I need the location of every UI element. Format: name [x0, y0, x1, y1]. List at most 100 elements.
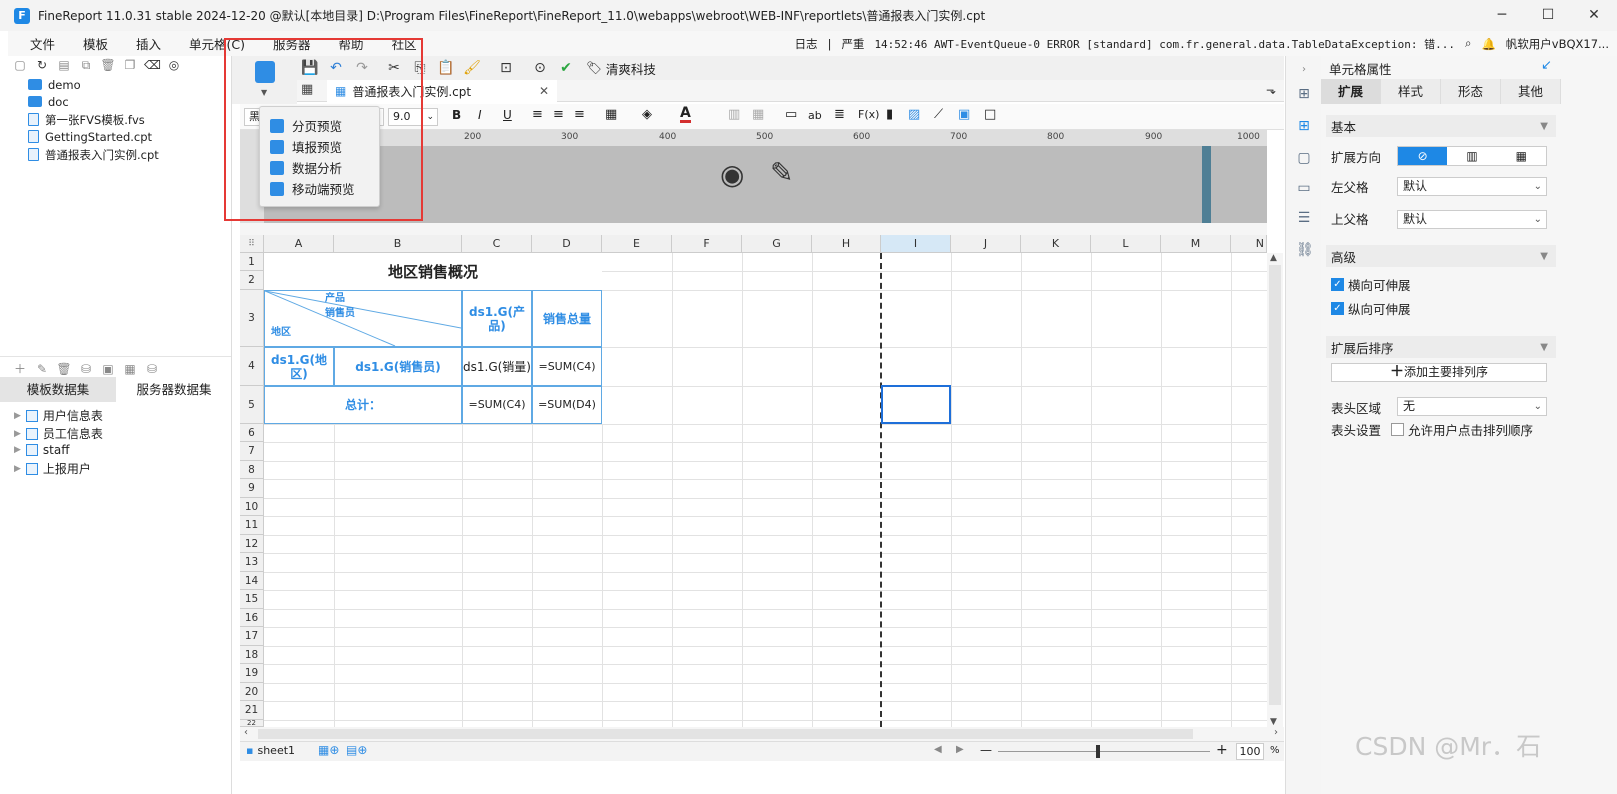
float-element-icon[interactable]: ▢: [1296, 150, 1312, 166]
section-basic[interactable]: 基本 ▼: [1326, 115, 1556, 137]
menu-template[interactable]: 模板: [69, 34, 122, 53]
align-center-icon[interactable]: ≡: [553, 107, 564, 122]
column-header[interactable]: J: [951, 235, 1021, 253]
server-dataset-icon[interactable]: ⛁: [144, 362, 160, 377]
row-header[interactable]: 17: [240, 627, 264, 646]
log-link[interactable]: 日志: [795, 36, 818, 52]
italic-button[interactable]: I: [478, 108, 482, 122]
fill-color-icon[interactable]: ◈: [642, 107, 652, 122]
cell-c5[interactable]: =SUM(C4): [462, 386, 532, 424]
tree-item-fvs[interactable]: 第一张FVS模板.fvs: [28, 111, 145, 128]
section-advanced[interactable]: 高级 ▼: [1326, 245, 1556, 267]
column-header[interactable]: E: [602, 235, 672, 253]
format-painter-icon[interactable]: 🖌: [461, 56, 483, 80]
dataset-item[interactable]: ▶ staff: [14, 443, 70, 457]
scroll-right-icon[interactable]: ›: [1274, 727, 1278, 738]
tree-item-demo[interactable]: demo: [28, 76, 81, 93]
eye-off-icon[interactable]: ◉: [720, 158, 744, 191]
column-header[interactable]: G: [742, 235, 812, 253]
tab-form[interactable]: 形态: [1441, 79, 1501, 104]
row-header[interactable]: 22: [240, 720, 264, 727]
column-header[interactable]: H: [812, 235, 881, 253]
expand-icon[interactable]: ▶: [14, 429, 21, 439]
cell-a5[interactable]: 总计：: [264, 386, 462, 424]
pin-icon[interactable]: ↙: [1541, 58, 1552, 73]
cell-attr-icon[interactable]: ⊞: [1296, 118, 1312, 134]
cell-c4[interactable]: ds1.G(销量): [462, 347, 532, 386]
chart-icon[interactable]: ▮: [886, 107, 893, 122]
table-icon[interactable]: ▦: [122, 362, 138, 377]
row-header[interactable]: 3: [240, 290, 264, 347]
hscroll-thumb[interactable]: [258, 729, 1193, 739]
column-header[interactable]: I: [881, 235, 951, 253]
cell-d4[interactable]: =SUM(C4): [532, 347, 602, 386]
slash-header-cell[interactable]: 产品 销售员 地区: [264, 290, 462, 347]
dataset-item[interactable]: ▶ 上报用户: [14, 460, 91, 477]
unmerge-icon[interactable]: ▦: [752, 107, 764, 122]
prev-sheet-icon[interactable]: ◀: [934, 744, 942, 755]
vertical-expand-icon[interactable]: ▥: [1447, 147, 1496, 165]
row-header[interactable]: 14: [240, 572, 264, 590]
column-header[interactable]: B: [334, 235, 462, 253]
dataset-item[interactable]: ▶ 用户信息表: [14, 407, 103, 424]
duplicate-icon[interactable]: ❐: [122, 58, 138, 73]
row-header[interactable]: 10: [240, 498, 264, 516]
row-header[interactable]: 16: [240, 609, 264, 627]
expand-icon[interactable]: ▶: [14, 464, 21, 474]
section-sort[interactable]: 扩展后排序 ▼: [1326, 336, 1556, 358]
expand-icon[interactable]: ▶: [14, 445, 21, 455]
scroll-thumb[interactable]: [1269, 265, 1281, 705]
add-sort-button[interactable]: ＋添加主要排列序: [1331, 363, 1547, 382]
zoom-handle[interactable]: [1096, 745, 1100, 758]
scroll-down-icon[interactable]: ▼: [1270, 717, 1277, 727]
formula-button[interactable]: F(x): [858, 108, 879, 121]
column-header[interactable]: L: [1091, 235, 1161, 253]
edit-icon[interactable]: ✎: [34, 362, 50, 377]
align-left-icon[interactable]: ≡: [532, 107, 543, 122]
row-header[interactable]: 21: [240, 701, 264, 720]
maximize-button[interactable]: ☐: [1525, 0, 1571, 31]
row-header[interactable]: 18: [240, 646, 264, 664]
top-parent-select[interactable]: 默认 ⌄: [1397, 210, 1547, 229]
image-icon[interactable]: ▨: [908, 107, 920, 122]
vertical-scrollbar[interactable]: ▲ ▼: [1267, 253, 1283, 727]
report-title-cell[interactable]: 地区销售概况: [264, 253, 602, 290]
tree-item-doc[interactable]: doc: [28, 93, 69, 110]
column-header[interactable]: C: [462, 235, 532, 253]
collapse-icon[interactable]: ›: [1296, 62, 1312, 78]
no-expand-icon[interactable]: ⊘: [1398, 147, 1448, 165]
tab-style[interactable]: 样式: [1381, 79, 1441, 104]
close-button[interactable]: ✕: [1571, 0, 1617, 31]
preview-icon[interactable]: ▣: [100, 362, 116, 377]
new-folder-icon[interactable]: ▢: [12, 58, 28, 73]
tree-item-sample[interactable]: 普通报表入门实例.cpt: [28, 146, 159, 163]
subreport-icon[interactable]: ▣: [958, 107, 970, 122]
horizontal-expandable-checkbox[interactable]: ✓ 横向可伸展: [1331, 275, 1411, 294]
minimize-button[interactable]: ─: [1479, 0, 1525, 31]
menu-insert[interactable]: 插入: [122, 34, 175, 53]
row-header[interactable]: 15: [240, 590, 264, 609]
zoom-slider[interactable]: [998, 751, 1210, 752]
log-message[interactable]: 14:52:46 AWT-EventQueue-0 ERROR [standar…: [874, 36, 1455, 52]
merge-icon[interactable]: ▥: [728, 107, 740, 122]
locate-icon[interactable]: ◎: [166, 58, 182, 73]
paragraph-icon[interactable]: ≣: [834, 107, 845, 122]
column-header[interactable]: M: [1161, 235, 1231, 253]
row-header[interactable]: 11: [240, 516, 264, 535]
zoom-out-button[interactable]: —: [980, 743, 992, 757]
insert-row-icon[interactable]: ▭: [785, 107, 797, 122]
select-all-icon[interactable]: ⠿: [240, 235, 264, 253]
tab-menu-icon[interactable]: ⬎: [1266, 83, 1276, 97]
cell-element-icon[interactable]: ⊞: [1296, 86, 1312, 102]
next-sheet-icon[interactable]: ▶: [956, 744, 964, 755]
open-icon[interactable]: ▤: [56, 58, 72, 73]
row-header[interactable]: 8: [240, 461, 264, 479]
delete-icon[interactable]: 🗑: [100, 58, 116, 73]
row-header[interactable]: 1: [240, 253, 264, 271]
template-web-attr-icon[interactable]: ⊡: [495, 56, 517, 80]
header-area-select[interactable]: 无 ⌄: [1397, 397, 1547, 416]
float-element-icon[interactable]: □: [984, 107, 996, 122]
left-parent-select[interactable]: 默认 ⌄: [1397, 177, 1547, 196]
bell-icon[interactable]: 🔔: [1481, 37, 1495, 51]
sheet-tab[interactable]: ▪ sheet1: [246, 744, 295, 757]
